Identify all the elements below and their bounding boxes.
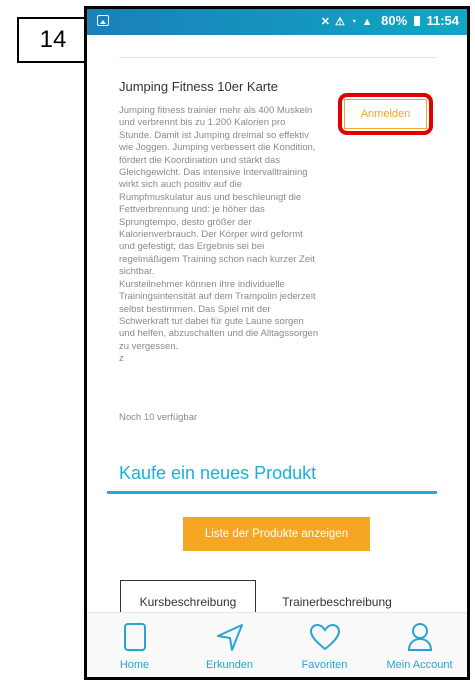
status-bar-right: ✕ ⚠ ◔ ▲ 80% 11:54	[321, 13, 459, 28]
gallery-notification-icon	[97, 15, 109, 26]
signal-icons: ✕ ⚠ ◔ ▲	[320, 16, 374, 28]
battery-icon	[413, 16, 420, 26]
bottom-navigation: Home Erkunden Favoriten Mein Account	[87, 612, 467, 677]
nav-explore-label: Erkunden	[205, 659, 254, 671]
nav-favorites-label: Favoriten	[301, 659, 348, 671]
nav-home-label: Home	[119, 659, 150, 671]
heart-icon	[309, 621, 341, 653]
register-button[interactable]: Anmelden	[344, 99, 427, 129]
tablet-icon	[119, 621, 151, 653]
nav-home[interactable]: Home	[87, 613, 182, 677]
status-bar: ✕ ⚠ ◔ ▲ 80% 11:54	[87, 9, 467, 35]
product-list-button[interactable]: Liste der Produkte anzeigen	[183, 517, 370, 551]
nav-favorites[interactable]: Favoriten	[277, 613, 372, 677]
phone-screen: ✕ ⚠ ◔ ▲ 80% 11:54 Jumping Fitness 10er K…	[84, 6, 470, 680]
navigation-arrow-icon	[214, 621, 246, 653]
product-description: Jumping fitness trainier mehr als 400 Mu…	[119, 105, 319, 365]
nav-explore[interactable]: Erkunden	[182, 613, 277, 677]
step-number-label: 14	[17, 17, 89, 63]
user-icon	[404, 621, 436, 653]
availability-text: Noch 10 verfügbar	[119, 412, 198, 423]
nav-account[interactable]: Mein Account	[372, 613, 467, 677]
clock: 11:54	[426, 13, 459, 28]
new-product-heading: Kaufe ein neues Produkt	[119, 463, 317, 483]
heading-underline	[107, 491, 437, 494]
battery-level: 80%	[381, 13, 408, 28]
divider	[119, 57, 437, 58]
product-title: Jumping Fitness 10er Karte	[119, 79, 278, 94]
nav-account-label: Mein Account	[386, 659, 453, 671]
